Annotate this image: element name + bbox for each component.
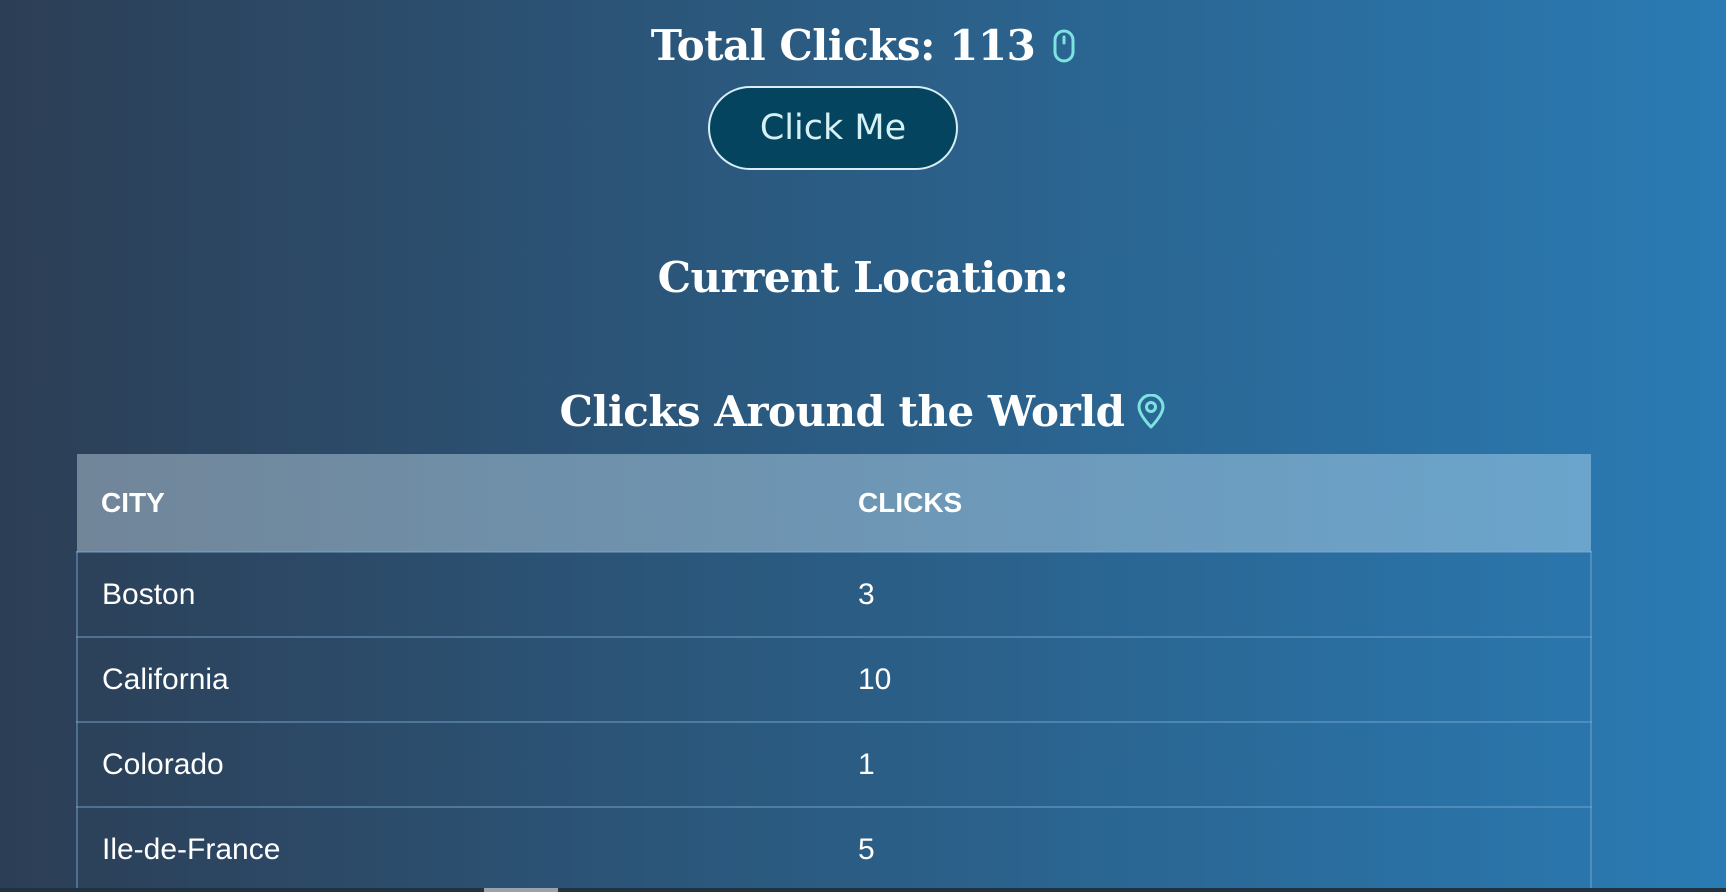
column-header-city: CITY: [101, 486, 165, 518]
clicks-table-container[interactable]: CITY CLICKS Boston 3 California 10 Color…: [76, 454, 1592, 892]
clicks-cell: 1: [834, 721, 1592, 808]
map-pin-icon: [1135, 393, 1167, 430]
total-clicks-row: Total Clicks: 113: [0, 16, 1726, 76]
world-title-row: Clicks Around the World: [0, 382, 1726, 442]
clicks-table: CITY CLICKS Boston 3 California 10 Color…: [76, 454, 1592, 892]
total-clicks-title: Total Clicks: 113: [650, 21, 1036, 70]
column-header-clicks: CLICKS: [858, 486, 963, 518]
clicks-cell: 10: [834, 636, 1592, 723]
current-location-title: Current Location:: [657, 253, 1069, 302]
city-cell: Colorado: [76, 721, 834, 808]
clicks-cell: 3: [834, 551, 1592, 638]
clicks-around-world-title: Clicks Around the World: [559, 387, 1125, 436]
city-cell: California: [76, 636, 834, 723]
table-row: California 10: [76, 636, 1592, 723]
clicks-cell: 5: [834, 806, 1592, 892]
horizontal-scrollbar[interactable]: [0, 888, 1726, 892]
table-header-row: CITY CLICKS: [77, 454, 1591, 552]
city-cell: Ile-de-France: [76, 806, 834, 892]
table-row: Boston 3: [76, 551, 1592, 638]
table-row: Colorado 1: [76, 721, 1592, 808]
city-cell: Boston: [76, 551, 834, 638]
mouse-icon: [1053, 29, 1075, 63]
table-row: Ile-de-France 5: [76, 806, 1592, 892]
click-me-button[interactable]: Click Me: [708, 86, 958, 170]
scrollbar-thumb[interactable]: [484, 888, 558, 892]
